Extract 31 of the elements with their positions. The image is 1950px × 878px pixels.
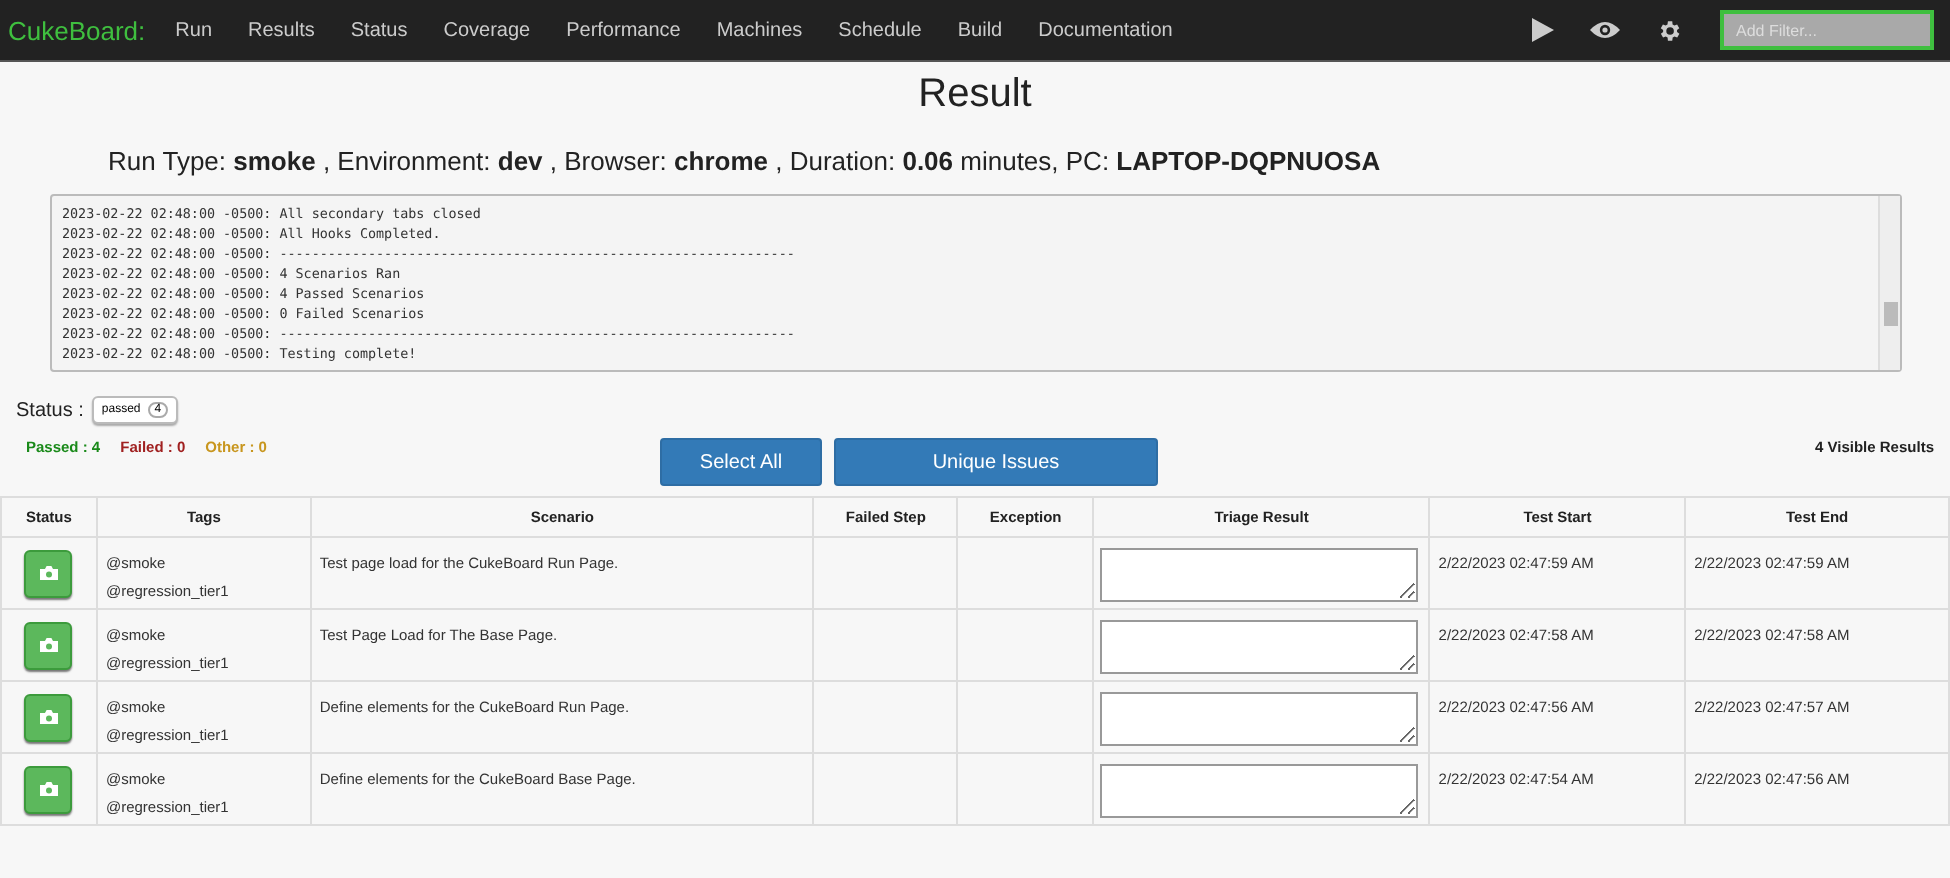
camera-icon <box>39 710 58 724</box>
play-icon[interactable] <box>1532 18 1554 42</box>
settings-icon[interactable] <box>1656 17 1682 43</box>
camera-icon <box>39 638 58 652</box>
scrollbar[interactable] <box>1878 196 1900 370</box>
nav-link[interactable]: Performance <box>548 19 699 41</box>
nav-link[interactable]: Status <box>332 19 426 41</box>
run-info: Run Type: smoke , Environment: dev , Browser: chrome , Duration: 0.06 minutes, PC: LAPTOP-DQPNUOSA <box>108 146 1383 176</box>
nav-link[interactable]: Results <box>230 19 333 41</box>
triage-field[interactable] <box>1100 547 1419 601</box>
nav-link[interactable]: Machines <box>698 19 821 41</box>
page-title: Result <box>916 72 1034 118</box>
nav-link[interactable]: Build <box>939 19 1021 41</box>
triage-field[interactable] <box>1100 619 1419 673</box>
camera-button[interactable] <box>24 549 73 597</box>
unique-issues-button[interactable]: Unique Issues <box>834 438 1158 486</box>
nav-link[interactable]: Run <box>157 19 231 41</box>
status-label: Status : <box>16 399 84 421</box>
camera-icon <box>39 566 58 580</box>
nav-link[interactable]: Schedule <box>820 19 940 41</box>
eye-icon[interactable] <box>1590 20 1620 40</box>
triage-field[interactable] <box>1100 763 1419 817</box>
brand-logo[interactable]: CukeBoard: <box>8 15 146 45</box>
nav-link[interactable]: Coverage <box>425 19 549 41</box>
camera-button[interactable] <box>24 765 73 813</box>
select-all-button[interactable]: Select All <box>660 438 822 486</box>
nav-link[interactable]: Documentation <box>1020 19 1191 41</box>
camera-button[interactable] <box>24 693 73 741</box>
camera-icon <box>39 782 58 796</box>
triage-field[interactable] <box>1100 691 1419 745</box>
camera-button[interactable] <box>24 621 73 669</box>
